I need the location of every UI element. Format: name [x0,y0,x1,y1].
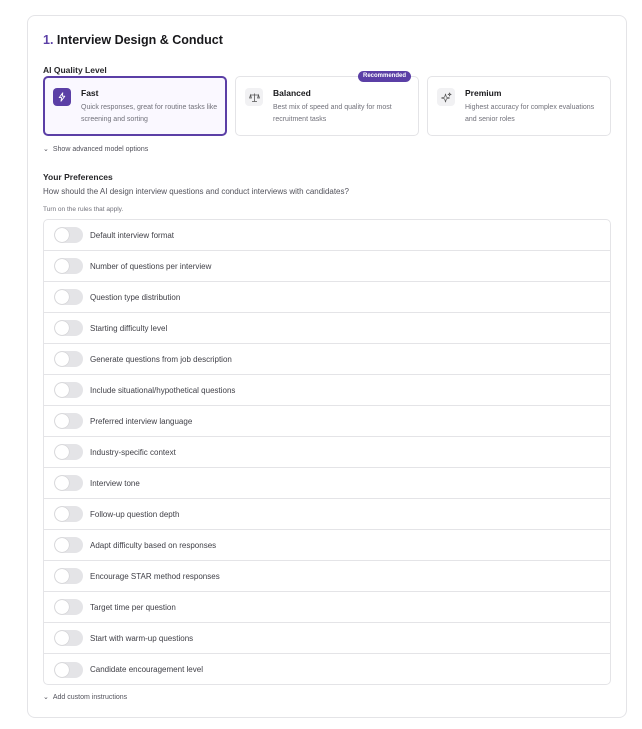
preferences-hint: Turn on the rules that apply. [43,206,124,213]
quality-option-desc: Quick responses, great for routine tasks… [81,104,218,123]
rule-label: Adapt difficulty based on responses [90,540,217,550]
rule-label: Interview tone [90,478,140,488]
rule-label: Candidate encouragement level [90,665,203,674]
toggle-knob [55,445,69,459]
rule-label: Industry-specific context [90,447,176,457]
toggle-knob [55,414,69,428]
toggle-knob [55,383,69,397]
rule-row: Preferred interview language [44,406,610,437]
custom-instructions-toggle[interactable]: ⌄ Add custom instructions [43,693,128,702]
rule-toggle[interactable] [54,661,83,678]
quality-option-title: Balanced [273,88,311,98]
rule-row: Interview tone [44,468,610,499]
rule-toggle[interactable] [54,537,83,553]
rule-label: Start with warm-up questions [90,633,194,643]
rule-row: Adapt difficulty based on responses [44,530,610,561]
rule-row: Start with warm-up questions [44,623,610,654]
toggle-knob [55,259,69,273]
sparkle-icon [437,88,455,106]
advanced-options-label: Show advanced model options [52,145,149,153]
quality-option-title: Fast [81,88,99,98]
quality-option-title: Premium [465,88,502,98]
rule-row: Generate questions from job description [44,344,610,375]
rule-row: Candidate encouragement level [44,654,610,684]
rules-list: Default interview format Number of quest… [43,219,611,685]
rule-row: Include situational/hypothetical questio… [44,375,610,406]
toggle-knob [55,569,69,583]
rule-row: Encourage STAR method responses [44,561,610,592]
rule-row: Number of questions per interview [44,251,610,282]
rule-toggle[interactable] [54,320,83,336]
rule-row: Industry-specific context [44,437,610,468]
rule-label: Question type distribution [90,292,181,302]
rule-toggle[interactable] [54,568,83,584]
rule-label: Starting difficulty level [90,323,168,333]
toggle-knob [55,321,69,335]
rule-toggle[interactable] [54,599,83,615]
toggle-knob [55,290,69,304]
rule-toggle[interactable] [54,444,83,460]
quality-level-label: AI Quality Level [43,65,107,75]
rule-label: Target time per question [90,602,176,612]
rule-label: Follow-up question depth [90,509,180,519]
rule-row: Starting difficulty level [44,313,610,344]
chevron-down-icon: ⌄ [43,694,49,701]
section-title-text: Interview Design & Conduct [56,33,223,47]
rule-toggle[interactable] [54,413,83,429]
scale-icon [245,88,263,106]
recommended-badge: Recommended [357,71,411,82]
toggle-knob [55,352,69,366]
rule-toggle[interactable] [54,351,83,367]
toggle-knob [55,476,69,490]
rule-label: Preferred interview language [90,416,193,426]
section-card: 1. Interview Design & Conduct AI Quality… [27,15,627,718]
toggle-knob [55,600,69,614]
section-number: 1. [43,33,54,47]
rule-toggle[interactable] [54,227,83,243]
rule-label: Encourage STAR method responses [90,571,220,581]
lightning-icon [53,88,71,106]
rule-row: Question type distribution [44,282,610,313]
advanced-options-toggle[interactable]: ⌄ Show advanced model options [43,145,149,154]
preferences-subtitle: How should the AI design interview quest… [43,187,349,196]
preferences-title: Your Preferences [43,172,113,182]
rule-row: Default interview format [44,220,610,251]
toggle-knob [55,228,69,242]
custom-instructions-label: Add custom instructions [52,693,128,701]
rule-toggle[interactable] [54,382,83,398]
quality-option-desc: Best mix of speed and quality for most r… [273,104,392,123]
quality-option-fast[interactable]: Fast Quick responses, great for routine … [43,76,227,136]
quality-option-balanced[interactable]: Recommended Balanced Best mix of speed a… [235,71,419,136]
rule-toggle[interactable] [54,630,83,646]
quality-option-desc: Highest accuracy for complex evaluations… [465,104,595,123]
rule-toggle[interactable] [54,289,83,305]
rule-toggle[interactable] [54,258,83,274]
rule-toggle[interactable] [54,475,83,491]
rule-row: Target time per question [44,592,610,623]
section-title: 1. Interview Design & Conduct [43,33,223,47]
toggle-knob [55,507,69,521]
quality-option-premium[interactable]: Premium Highest accuracy for complex eva… [427,76,611,136]
chevron-down-icon: ⌄ [43,146,49,153]
rule-label: Number of questions per interview [90,261,212,271]
rule-label: Default interview format [90,230,175,240]
toggle-knob [55,538,69,552]
toggle-knob [55,662,69,677]
rule-label: Include situational/hypothetical questio… [90,385,236,395]
rule-toggle[interactable] [54,506,83,522]
toggle-knob [55,631,69,645]
rule-label: Generate questions from job description [90,354,232,364]
rule-row: Follow-up question depth [44,499,610,530]
